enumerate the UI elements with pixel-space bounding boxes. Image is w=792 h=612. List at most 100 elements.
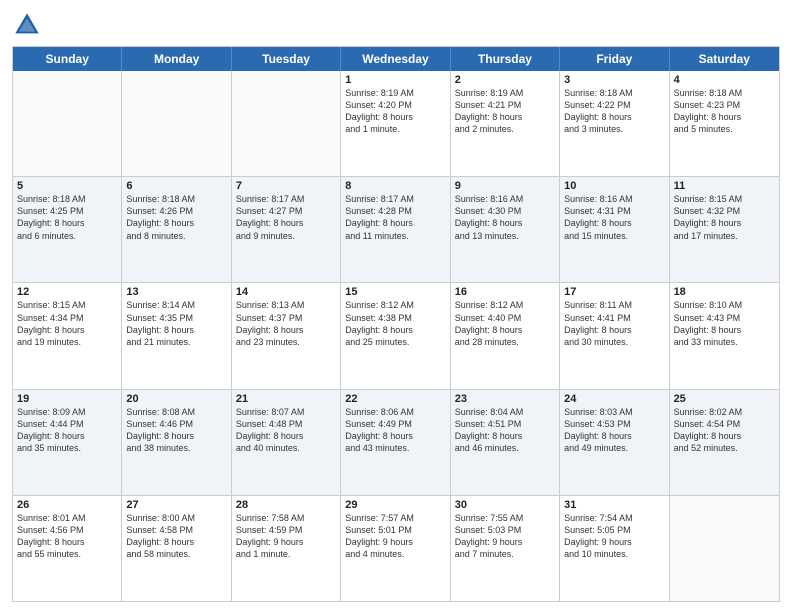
- day-info: Sunrise: 8:17 AM Sunset: 4:27 PM Dayligh…: [236, 193, 336, 242]
- day-info: Sunrise: 8:10 AM Sunset: 4:43 PM Dayligh…: [674, 299, 775, 348]
- day-info: Sunrise: 8:16 AM Sunset: 4:30 PM Dayligh…: [455, 193, 555, 242]
- calendar-cell: [13, 71, 122, 176]
- day-number: 20: [126, 393, 226, 405]
- day-info: Sunrise: 8:12 AM Sunset: 4:40 PM Dayligh…: [455, 299, 555, 348]
- day-info: Sunrise: 8:03 AM Sunset: 4:53 PM Dayligh…: [564, 406, 664, 455]
- day-number: 7: [236, 180, 336, 192]
- calendar-cell: 19Sunrise: 8:09 AM Sunset: 4:44 PM Dayli…: [13, 390, 122, 495]
- calendar-row: 26Sunrise: 8:01 AM Sunset: 4:56 PM Dayli…: [13, 496, 779, 601]
- day-number: 16: [455, 286, 555, 298]
- calendar-cell: 1Sunrise: 8:19 AM Sunset: 4:20 PM Daylig…: [341, 71, 450, 176]
- day-info: Sunrise: 8:01 AM Sunset: 4:56 PM Dayligh…: [17, 512, 117, 561]
- day-info: Sunrise: 8:17 AM Sunset: 4:28 PM Dayligh…: [345, 193, 445, 242]
- calendar-cell: 26Sunrise: 8:01 AM Sunset: 4:56 PM Dayli…: [13, 496, 122, 601]
- day-number: 30: [455, 499, 555, 511]
- day-number: 24: [564, 393, 664, 405]
- calendar-cell: 5Sunrise: 8:18 AM Sunset: 4:25 PM Daylig…: [13, 177, 122, 282]
- day-number: 22: [345, 393, 445, 405]
- calendar-cell: 6Sunrise: 8:18 AM Sunset: 4:26 PM Daylig…: [122, 177, 231, 282]
- day-info: Sunrise: 8:15 AM Sunset: 4:32 PM Dayligh…: [674, 193, 775, 242]
- calendar-cell: 2Sunrise: 8:19 AM Sunset: 4:21 PM Daylig…: [451, 71, 560, 176]
- calendar-cell: 9Sunrise: 8:16 AM Sunset: 4:30 PM Daylig…: [451, 177, 560, 282]
- day-info: Sunrise: 8:18 AM Sunset: 4:26 PM Dayligh…: [126, 193, 226, 242]
- calendar-cell: 21Sunrise: 8:07 AM Sunset: 4:48 PM Dayli…: [232, 390, 341, 495]
- day-number: 26: [17, 499, 117, 511]
- day-number: 9: [455, 180, 555, 192]
- calendar-header: SundayMondayTuesdayWednesdayThursdayFrid…: [13, 47, 779, 71]
- calendar-cell: 30Sunrise: 7:55 AM Sunset: 5:03 PM Dayli…: [451, 496, 560, 601]
- day-number: 11: [674, 180, 775, 192]
- day-info: Sunrise: 8:08 AM Sunset: 4:46 PM Dayligh…: [126, 406, 226, 455]
- day-number: 8: [345, 180, 445, 192]
- day-info: Sunrise: 8:12 AM Sunset: 4:38 PM Dayligh…: [345, 299, 445, 348]
- day-number: 19: [17, 393, 117, 405]
- day-info: Sunrise: 8:19 AM Sunset: 4:21 PM Dayligh…: [455, 87, 555, 136]
- day-number: 1: [345, 74, 445, 86]
- day-info: Sunrise: 8:07 AM Sunset: 4:48 PM Dayligh…: [236, 406, 336, 455]
- day-number: 28: [236, 499, 336, 511]
- day-number: 13: [126, 286, 226, 298]
- calendar-body: 1Sunrise: 8:19 AM Sunset: 4:20 PM Daylig…: [13, 71, 779, 601]
- day-info: Sunrise: 8:16 AM Sunset: 4:31 PM Dayligh…: [564, 193, 664, 242]
- day-info: Sunrise: 8:18 AM Sunset: 4:22 PM Dayligh…: [564, 87, 664, 136]
- day-info: Sunrise: 8:18 AM Sunset: 4:23 PM Dayligh…: [674, 87, 775, 136]
- calendar-cell: [122, 71, 231, 176]
- day-info: Sunrise: 7:57 AM Sunset: 5:01 PM Dayligh…: [345, 512, 445, 561]
- weekday-header: Wednesday: [341, 47, 450, 71]
- calendar-cell: 7Sunrise: 8:17 AM Sunset: 4:27 PM Daylig…: [232, 177, 341, 282]
- calendar-cell: 8Sunrise: 8:17 AM Sunset: 4:28 PM Daylig…: [341, 177, 450, 282]
- calendar-cell: 28Sunrise: 7:58 AM Sunset: 4:59 PM Dayli…: [232, 496, 341, 601]
- calendar-row: 19Sunrise: 8:09 AM Sunset: 4:44 PM Dayli…: [13, 390, 779, 496]
- day-info: Sunrise: 8:18 AM Sunset: 4:25 PM Dayligh…: [17, 193, 117, 242]
- weekday-header: Monday: [122, 47, 231, 71]
- day-number: 3: [564, 74, 664, 86]
- day-number: 2: [455, 74, 555, 86]
- calendar-cell: 27Sunrise: 8:00 AM Sunset: 4:58 PM Dayli…: [122, 496, 231, 601]
- calendar-cell: 23Sunrise: 8:04 AM Sunset: 4:51 PM Dayli…: [451, 390, 560, 495]
- calendar-row: 1Sunrise: 8:19 AM Sunset: 4:20 PM Daylig…: [13, 71, 779, 177]
- calendar-cell: 11Sunrise: 8:15 AM Sunset: 4:32 PM Dayli…: [670, 177, 779, 282]
- weekday-header: Sunday: [13, 47, 122, 71]
- day-info: Sunrise: 8:04 AM Sunset: 4:51 PM Dayligh…: [455, 406, 555, 455]
- day-number: 27: [126, 499, 226, 511]
- logo-icon: [12, 10, 42, 40]
- logo: [12, 10, 46, 40]
- day-info: Sunrise: 8:02 AM Sunset: 4:54 PM Dayligh…: [674, 406, 775, 455]
- weekday-header: Saturday: [670, 47, 779, 71]
- day-info: Sunrise: 8:19 AM Sunset: 4:20 PM Dayligh…: [345, 87, 445, 136]
- day-number: 31: [564, 499, 664, 511]
- header: [12, 10, 780, 40]
- day-info: Sunrise: 8:11 AM Sunset: 4:41 PM Dayligh…: [564, 299, 664, 348]
- day-info: Sunrise: 7:54 AM Sunset: 5:05 PM Dayligh…: [564, 512, 664, 561]
- day-number: 29: [345, 499, 445, 511]
- day-number: 18: [674, 286, 775, 298]
- day-info: Sunrise: 8:00 AM Sunset: 4:58 PM Dayligh…: [126, 512, 226, 561]
- day-number: 15: [345, 286, 445, 298]
- weekday-header: Friday: [560, 47, 669, 71]
- calendar-cell: 20Sunrise: 8:08 AM Sunset: 4:46 PM Dayli…: [122, 390, 231, 495]
- calendar-cell: 25Sunrise: 8:02 AM Sunset: 4:54 PM Dayli…: [670, 390, 779, 495]
- day-info: Sunrise: 8:15 AM Sunset: 4:34 PM Dayligh…: [17, 299, 117, 348]
- calendar-cell: [232, 71, 341, 176]
- calendar-cell: 10Sunrise: 8:16 AM Sunset: 4:31 PM Dayli…: [560, 177, 669, 282]
- page: SundayMondayTuesdayWednesdayThursdayFrid…: [0, 0, 792, 612]
- day-number: 23: [455, 393, 555, 405]
- calendar-cell: 18Sunrise: 8:10 AM Sunset: 4:43 PM Dayli…: [670, 283, 779, 388]
- day-number: 12: [17, 286, 117, 298]
- calendar-cell: 22Sunrise: 8:06 AM Sunset: 4:49 PM Dayli…: [341, 390, 450, 495]
- calendar-cell: 3Sunrise: 8:18 AM Sunset: 4:22 PM Daylig…: [560, 71, 669, 176]
- day-info: Sunrise: 7:58 AM Sunset: 4:59 PM Dayligh…: [236, 512, 336, 561]
- calendar-cell: 12Sunrise: 8:15 AM Sunset: 4:34 PM Dayli…: [13, 283, 122, 388]
- calendar-cell: 13Sunrise: 8:14 AM Sunset: 4:35 PM Dayli…: [122, 283, 231, 388]
- day-number: 5: [17, 180, 117, 192]
- day-number: 4: [674, 74, 775, 86]
- day-info: Sunrise: 8:13 AM Sunset: 4:37 PM Dayligh…: [236, 299, 336, 348]
- calendar-cell: 31Sunrise: 7:54 AM Sunset: 5:05 PM Dayli…: [560, 496, 669, 601]
- calendar-cell: 24Sunrise: 8:03 AM Sunset: 4:53 PM Dayli…: [560, 390, 669, 495]
- day-number: 25: [674, 393, 775, 405]
- day-info: Sunrise: 8:09 AM Sunset: 4:44 PM Dayligh…: [17, 406, 117, 455]
- day-number: 17: [564, 286, 664, 298]
- calendar-cell: [670, 496, 779, 601]
- day-info: Sunrise: 7:55 AM Sunset: 5:03 PM Dayligh…: [455, 512, 555, 561]
- calendar-cell: 15Sunrise: 8:12 AM Sunset: 4:38 PM Dayli…: [341, 283, 450, 388]
